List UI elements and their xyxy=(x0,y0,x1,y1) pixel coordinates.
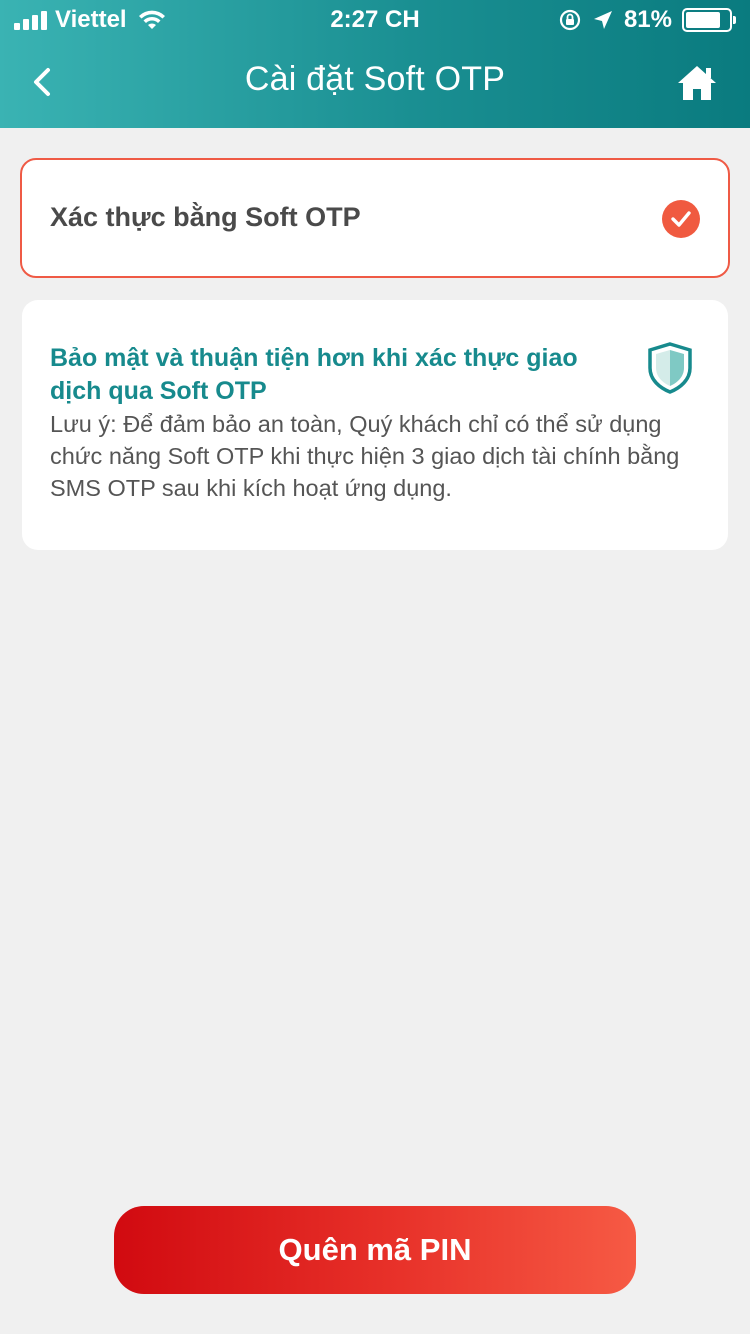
forgot-pin-button[interactable]: Quên mã PIN xyxy=(114,1206,636,1294)
info-title: Bảo mật và thuận tiện hơn khi xác thực g… xyxy=(50,344,578,405)
app-header: Viettel 2:27 CH 81% Cài đặt Soft OTP xyxy=(0,0,750,128)
rotation-lock-icon xyxy=(559,9,581,31)
status-right: 81% xyxy=(558,6,736,34)
location-arrow-icon xyxy=(593,11,612,29)
battery-percent: 81% xyxy=(623,6,672,33)
home-button[interactable] xyxy=(676,62,718,104)
option-label: Xác thực bằng Soft OTP xyxy=(50,202,361,232)
info-card: Bảo mật và thuận tiện hơn khi xác thực g… xyxy=(22,300,728,550)
home-icon xyxy=(678,66,716,100)
battery-icon xyxy=(682,8,736,32)
check-icon xyxy=(662,200,700,238)
shield-icon xyxy=(648,342,692,394)
info-note: Lưu ý: Để đảm bảo an toàn, Quý khách chỉ… xyxy=(50,411,680,501)
status-bar: Viettel 2:27 CH 81% xyxy=(0,0,750,40)
soft-otp-option[interactable]: Xác thực bằng Soft OTP xyxy=(20,158,730,278)
page-title: Cài đặt Soft OTP xyxy=(244,60,506,98)
